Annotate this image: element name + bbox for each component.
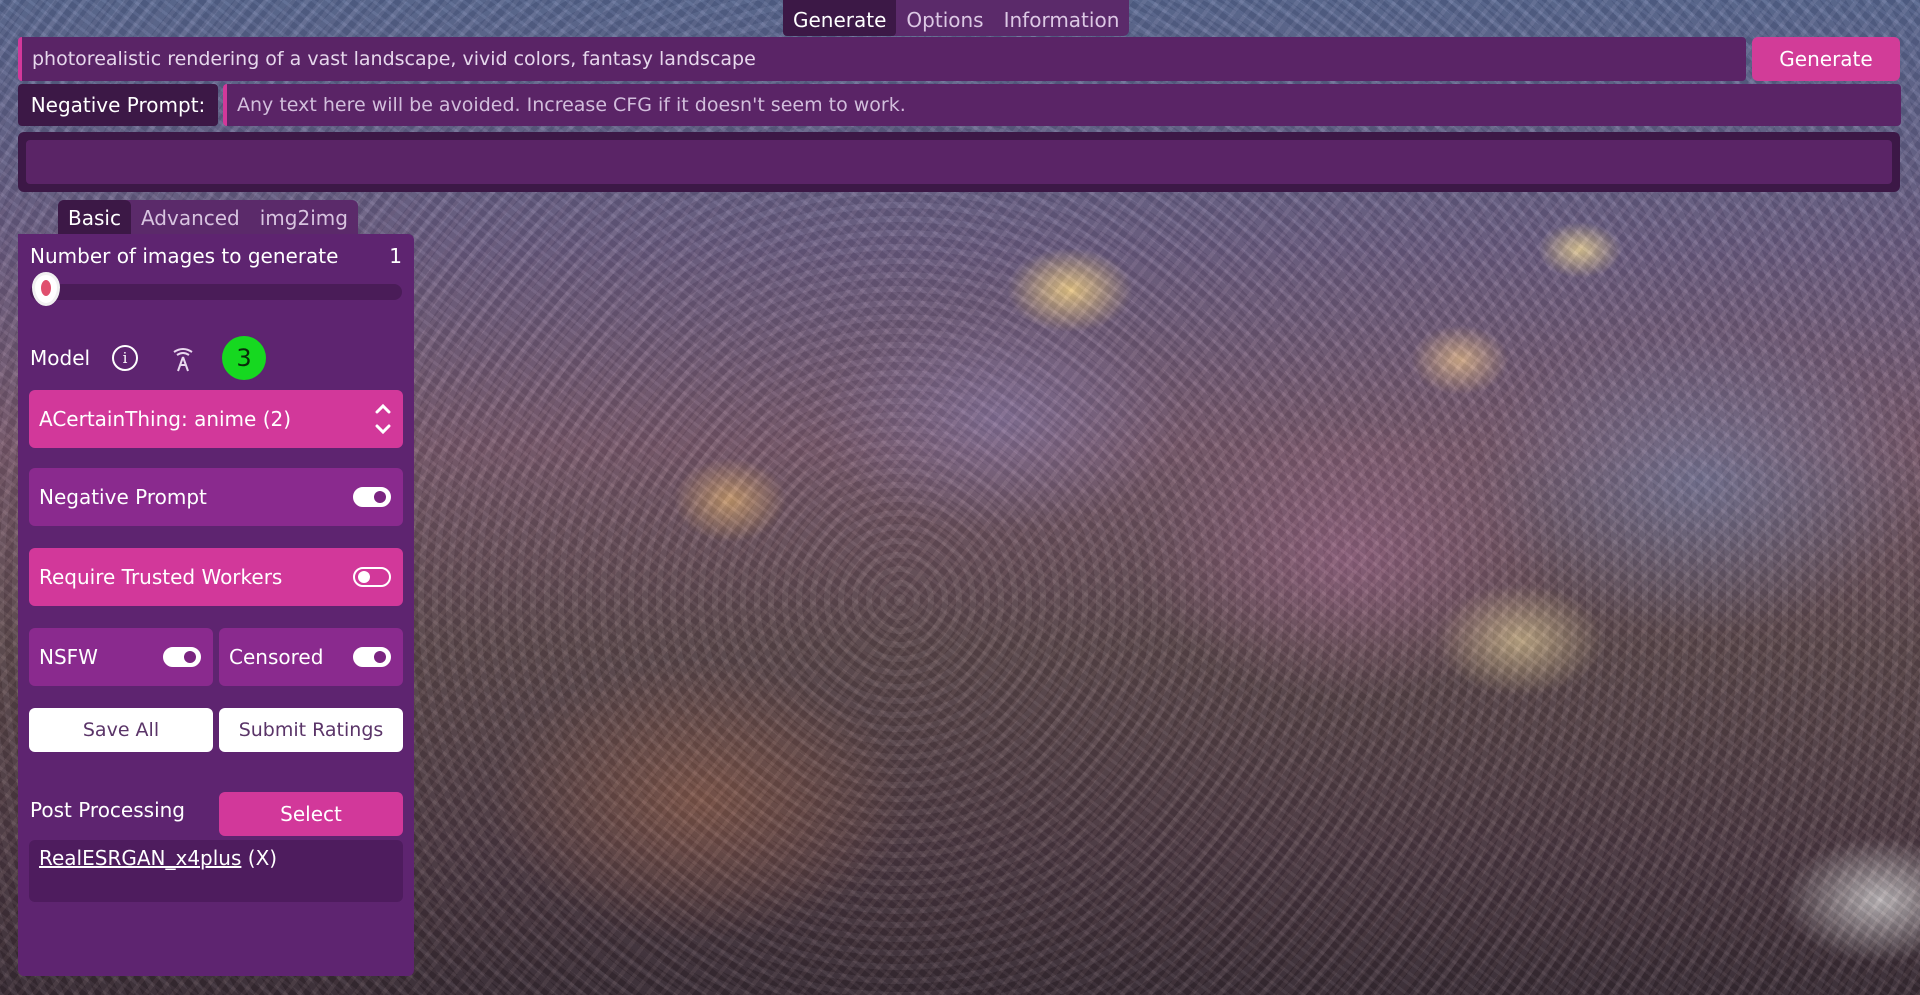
panel-tab-bar: Basic Advanced img2img: [58, 200, 358, 234]
top-tab-bar: Generate Options Information: [783, 0, 1130, 36]
settings-panel: Number of images to generate 1 Model i 3…: [18, 234, 414, 976]
tab-img2img[interactable]: img2img: [250, 200, 358, 234]
censored-switch[interactable]: [353, 647, 391, 667]
chevron-up-down-icon: [373, 398, 393, 440]
prompt-input[interactable]: [32, 48, 1746, 70]
save-all-button[interactable]: Save All: [29, 708, 213, 752]
model-select[interactable]: ACertainThing: anime (2): [29, 390, 403, 448]
negative-prompt-toggle-label: Negative Prompt: [39, 485, 207, 509]
num-images-slider[interactable]: [30, 284, 402, 300]
tab-advanced[interactable]: Advanced: [131, 200, 250, 234]
negative-prompt-field-wrapper: [223, 84, 1901, 126]
progress-container: [18, 132, 1900, 192]
nsfw-toggle-row: NSFW: [29, 628, 213, 686]
num-images-value: 1: [389, 244, 402, 268]
tab-options[interactable]: Options: [896, 0, 993, 36]
nsfw-switch[interactable]: [163, 647, 201, 667]
negative-prompt-label: Negative Prompt:: [18, 84, 218, 126]
nsfw-toggle-label: NSFW: [39, 645, 98, 669]
trusted-workers-toggle-row: Require Trusted Workers: [29, 548, 403, 606]
post-processing-label: Post Processing: [30, 798, 185, 822]
submit-ratings-button[interactable]: Submit Ratings: [219, 708, 403, 752]
slider-thumb[interactable]: [32, 272, 60, 306]
tab-basic[interactable]: Basic: [58, 200, 131, 234]
negative-prompt-input[interactable]: [237, 94, 1901, 116]
list-item[interactable]: RealESRGAN_x4plus (X): [39, 846, 393, 870]
info-icon[interactable]: i: [112, 345, 139, 371]
model-label: Model: [30, 346, 91, 370]
negative-prompt-toggle-row: Negative Prompt: [29, 468, 403, 526]
remove-post-processor[interactable]: (X): [248, 846, 277, 870]
negative-prompt-switch[interactable]: [353, 487, 391, 507]
prompt-field-wrapper: [18, 37, 1746, 81]
progress-bar: [26, 140, 1892, 184]
censored-toggle-label: Censored: [229, 645, 324, 669]
trusted-workers-toggle-label: Require Trusted Workers: [39, 565, 283, 589]
generate-button[interactable]: Generate: [1752, 37, 1900, 81]
post-processor-name[interactable]: RealESRGAN_x4plus: [39, 846, 241, 870]
post-processing-select-button[interactable]: Select: [219, 792, 403, 836]
model-row: Model i 3: [30, 336, 402, 380]
tab-information[interactable]: Information: [994, 0, 1130, 36]
tower-icon[interactable]: [168, 343, 198, 373]
num-images-label: Number of images to generate: [30, 244, 339, 268]
post-processing-list: RealESRGAN_x4plus (X): [29, 840, 403, 902]
model-select-value: ACertainThing: anime (2): [39, 407, 292, 431]
censored-toggle-row: Censored: [219, 628, 403, 686]
trusted-workers-switch[interactable]: [353, 567, 391, 587]
worker-count-badge: 3: [222, 336, 267, 380]
tab-generate[interactable]: Generate: [783, 0, 897, 36]
